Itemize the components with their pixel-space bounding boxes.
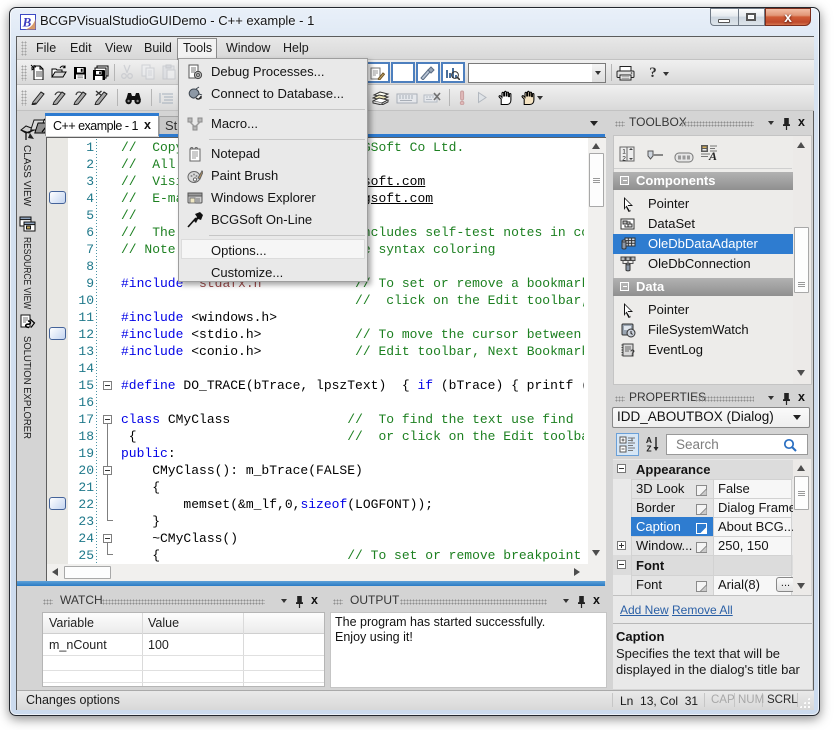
svg-text:1: 1 (622, 149, 626, 156)
svg-text:?: ? (649, 65, 657, 80)
svg-text:A: A (708, 149, 717, 161)
svg-text:2: 2 (622, 156, 626, 163)
svg-text:B: B (22, 15, 32, 30)
svg-text:?: ? (630, 349, 635, 358)
svg-text:Z: Z (646, 444, 651, 454)
